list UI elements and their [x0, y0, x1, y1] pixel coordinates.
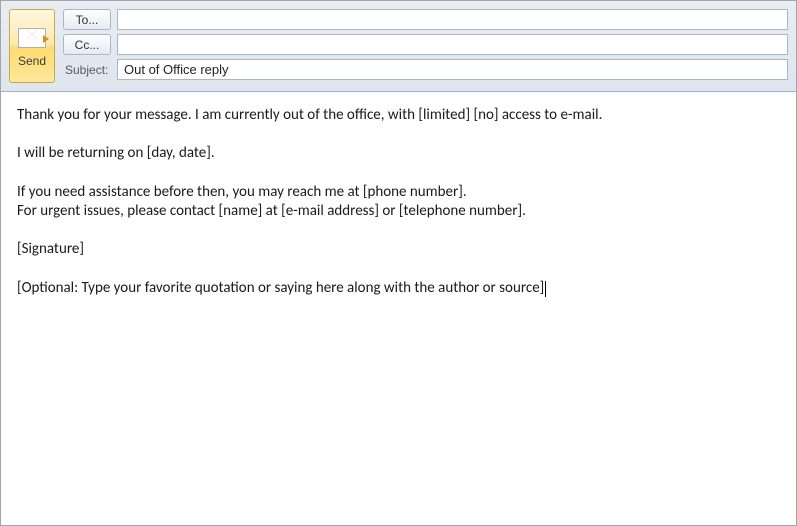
compose-header: Send To... Cc... Subject:: [1, 1, 796, 92]
body-line: [Signature]: [17, 240, 780, 259]
body-line: If you need assistance before then, you …: [17, 183, 780, 202]
cc-input[interactable]: [117, 34, 788, 55]
body-blank: [17, 221, 780, 240]
to-row: To...: [63, 9, 788, 30]
subject-row: Subject:: [63, 59, 788, 80]
to-input[interactable]: [117, 9, 788, 30]
body-blank: [17, 164, 780, 183]
to-button-label: To...: [76, 13, 99, 27]
to-button[interactable]: To...: [63, 9, 111, 30]
subject-label: Subject:: [63, 63, 111, 77]
cc-row: Cc...: [63, 34, 788, 55]
send-button[interactable]: Send: [9, 9, 55, 83]
body-blank: [17, 125, 780, 144]
send-button-wrap: Send: [9, 9, 55, 83]
envelope-icon: [18, 28, 46, 48]
cc-button[interactable]: Cc...: [63, 34, 111, 55]
body-line: [Optional: Type your favorite quotation …: [17, 279, 544, 297]
header-fields: To... Cc... Subject:: [63, 9, 788, 83]
body-line: For urgent issues, please contact [name]…: [17, 202, 780, 221]
body-line: I will be returning on [day, date].: [17, 144, 780, 163]
body-line-last: [Optional: Type your favorite quotation …: [17, 279, 780, 298]
send-label: Send: [18, 54, 46, 68]
body-blank: [17, 260, 780, 279]
cc-button-label: Cc...: [75, 38, 100, 52]
body-line: Thank you for your message. I am current…: [17, 106, 780, 125]
text-cursor-icon: [545, 281, 546, 297]
subject-input[interactable]: [117, 59, 788, 80]
message-body[interactable]: Thank you for your message. I am current…: [1, 92, 796, 522]
